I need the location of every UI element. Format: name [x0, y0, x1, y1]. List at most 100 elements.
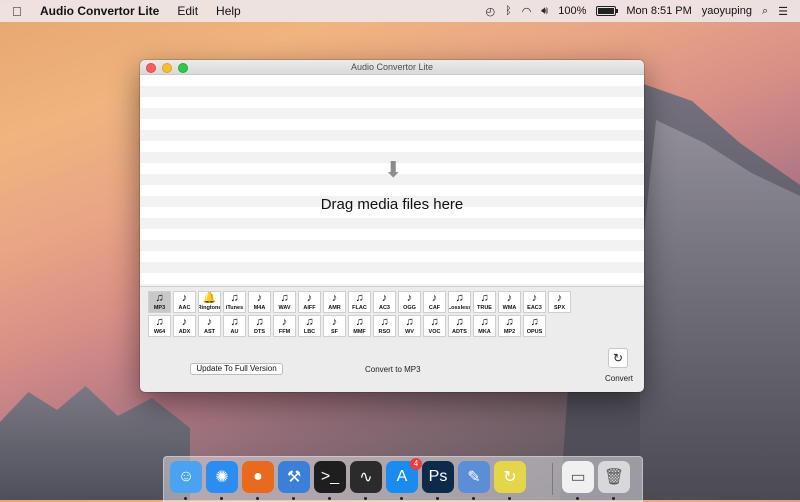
format-w64-button[interactable]: ♫ W64	[148, 315, 171, 337]
dock-firefox[interactable]: ●	[242, 461, 274, 493]
menu-app-name[interactable]: Audio Convertor Lite	[40, 4, 159, 18]
format-itunes-button[interactable]: ♫ iTunes	[223, 291, 246, 313]
convert-button[interactable]: ↻	[608, 348, 628, 368]
format-ast-button[interactable]: ♪ AST	[198, 315, 221, 337]
menu-clock[interactable]: Mon 8:51 PM	[626, 5, 691, 17]
music-note-icon: ♪	[431, 292, 438, 304]
dock-safari[interactable]: ✺	[206, 461, 238, 493]
menu-extras: ◴ ᛒ ◠ 🔊︎ 100% Mon 8:51 PM yaoyuping ⌕ ☰	[485, 5, 788, 18]
format-ringtone-button[interactable]: 🔔 Ringtone	[198, 291, 221, 313]
menu-help[interactable]: Help	[216, 4, 241, 18]
preview-icon: ✎	[467, 469, 481, 486]
dock-app-store[interactable]: A4	[386, 458, 422, 493]
format-caf-button[interactable]: ♪ CAF	[423, 291, 446, 313]
trash-icon: 🗑	[603, 469, 625, 486]
music-note-icon: ♪	[181, 292, 188, 304]
format-label: MP2	[503, 329, 516, 335]
music-note-icon: ♪	[406, 292, 413, 304]
spotlight-icon[interactable]: ⌕	[762, 5, 768, 18]
window-icon: ▭	[570, 469, 586, 486]
format-rso-button[interactable]: ♫ RSO	[373, 315, 396, 337]
window-titlebar[interactable]: Audio Convertor Lite	[140, 60, 644, 75]
monitor-icon: ∿	[359, 469, 373, 486]
format-amr-button[interactable]: ♪ AMR	[323, 291, 346, 313]
bluetooth-icon[interactable]: ᛒ	[505, 5, 512, 17]
format-ogg-button[interactable]: ♪ OGG	[398, 291, 421, 313]
music-note-icon: ♪	[531, 292, 538, 304]
dock-trash[interactable]: 🗑	[598, 461, 630, 493]
window-title: Audio Convertor Lite	[350, 62, 434, 72]
close-button[interactable]	[146, 63, 156, 73]
dock-terminal[interactable]: >_	[314, 461, 346, 493]
music-note-icon: ♪	[556, 292, 563, 304]
wifi-icon[interactable]: ◠	[522, 5, 532, 18]
music-note-icon: ♫	[230, 316, 239, 328]
dock-separator	[552, 463, 553, 495]
format-sf-button[interactable]: ♪ SF	[323, 315, 346, 337]
apple-icon[interactable]: 	[12, 4, 26, 19]
dock-preview[interactable]: ✎	[458, 461, 490, 493]
format-adx-button[interactable]: ♪ ADX	[173, 315, 196, 337]
format-true-button[interactable]: ♫ TRUE	[473, 291, 496, 313]
music-note-icon: ♪	[506, 292, 513, 304]
format-label: AIFF	[303, 305, 316, 311]
drop-zone[interactable]: ⬇ Drag media files here	[140, 75, 644, 287]
update-full-version-button[interactable]: Update To Full Version	[190, 363, 283, 375]
dock-audio-convertor[interactable]: ↻	[494, 461, 526, 493]
format-ffm-button[interactable]: ♪ FFM	[273, 315, 296, 337]
minimize-button[interactable]	[162, 63, 172, 73]
time-machine-icon[interactable]: ◴	[485, 5, 495, 18]
dock-photoshop[interactable]: Ps	[422, 461, 454, 493]
notification-center-icon[interactable]: ☰	[778, 5, 788, 18]
app-window: Audio Convertor Lite ⬇ Drag media files …	[140, 60, 644, 392]
format-voc-button[interactable]: ♫ VOC	[423, 315, 446, 337]
volume-icon[interactable]: 🔊︎	[541, 5, 548, 18]
music-note-icon: ♪	[256, 292, 263, 304]
music-note-icon: ♫	[305, 316, 314, 328]
format-wav-button[interactable]: ♫ WAV	[273, 291, 296, 313]
music-note-icon: ♪	[381, 292, 388, 304]
format-ac3-button[interactable]: ♪ AC3	[373, 291, 396, 313]
format-mp3-button[interactable]: ♫ MP3	[148, 291, 171, 313]
format-label: ADTS	[452, 329, 467, 335]
format-lossless-button[interactable]: ♫ Lossless	[448, 291, 471, 313]
format-aac-button[interactable]: ♪ AAC	[173, 291, 196, 313]
format-aiff-button[interactable]: ♪ AIFF	[298, 291, 321, 313]
music-note-icon: ♫	[155, 292, 164, 304]
format-label: ADX	[178, 329, 191, 335]
menu-user[interactable]: yaoyuping	[702, 5, 752, 17]
format-label: AMR	[328, 305, 341, 311]
format-label: M4A	[253, 305, 266, 311]
format-lbc-button[interactable]: ♫ LBC	[298, 315, 321, 337]
format-mp2-button[interactable]: ♫ MP2	[498, 315, 521, 337]
format-mmf-button[interactable]: ♫ MMF	[348, 315, 371, 337]
format-flac-button[interactable]: ♫ FLAC	[348, 291, 371, 313]
hammer-icon: ⚒	[286, 469, 302, 486]
dock-finder[interactable]: ☺	[170, 461, 202, 493]
format-wma-button[interactable]: ♪ WMA	[498, 291, 521, 313]
format-label: AC3	[378, 305, 390, 311]
format-spx-button[interactable]: ♪ SPX	[548, 291, 571, 313]
format-wv-button[interactable]: ♫ WV	[398, 315, 421, 337]
music-note-icon: ♫	[505, 316, 514, 328]
zoom-button[interactable]	[178, 63, 188, 73]
music-note-icon: ♪	[331, 316, 338, 328]
format-label: CAF	[428, 305, 441, 311]
format-eac3-button[interactable]: ♪ EAC3	[523, 291, 546, 313]
menu-edit[interactable]: Edit	[177, 4, 198, 18]
dock-xcode[interactable]: ⚒	[278, 461, 310, 493]
notification-badge: 4	[410, 458, 422, 470]
finder-icon: ☺	[177, 468, 195, 485]
format-au-button[interactable]: ♫ AU	[223, 315, 246, 337]
format-opus-button[interactable]: ♫ OPUS	[523, 315, 546, 337]
battery-percent[interactable]: 100%	[558, 5, 586, 17]
format-adts-button[interactable]: ♫ ADTS	[448, 315, 471, 337]
battery-fill	[598, 8, 615, 14]
format-dts-button[interactable]: ♫ DTS	[248, 315, 271, 337]
format-mka-button[interactable]: ♫ MKA	[473, 315, 496, 337]
format-grid: ♫ MP3 ♪ AAC 🔔 Ringtone ♫ iTunes ♪ M4A ♫ WAV ♪ AIFF ♪ AM…	[148, 291, 638, 339]
battery-icon[interactable]	[596, 6, 619, 16]
dock-firefox-window[interactable]: ▭	[562, 461, 594, 493]
format-m4a-button[interactable]: ♪ M4A	[248, 291, 271, 313]
dock-activity-monitor[interactable]: ∿	[350, 461, 382, 493]
